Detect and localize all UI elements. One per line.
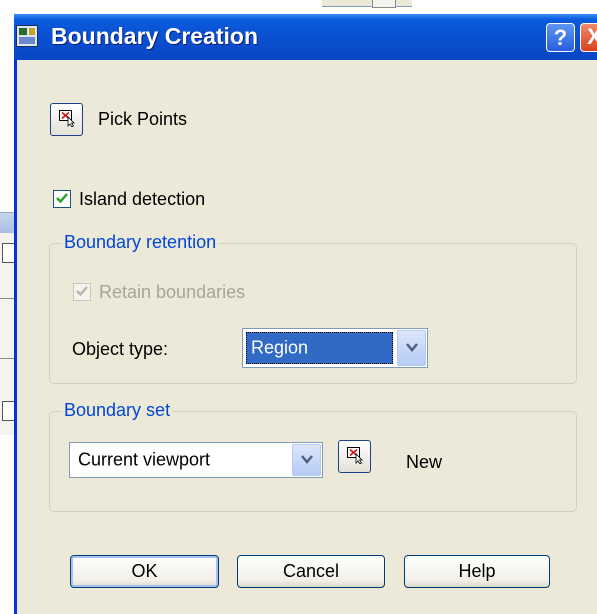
ok-button[interactable]: OK: [70, 555, 219, 588]
pick-points-button[interactable]: [50, 103, 83, 136]
boundary-creation-dialog: Boundary Creation ? X Pick Points Island…: [14, 14, 597, 614]
boundary-set-value: Current viewport: [78, 449, 211, 470]
select-objects-icon: [347, 447, 363, 464]
close-button[interactable]: X: [580, 23, 597, 52]
pick-points-icon: [59, 110, 75, 127]
help-button[interactable]: Help: [404, 555, 550, 588]
dropdown-arrow-button[interactable]: [292, 444, 321, 476]
boundary-set-dropdown[interactable]: Current viewport: [69, 442, 323, 478]
cancel-button[interactable]: Cancel: [237, 555, 385, 588]
dropdown-arrow-button[interactable]: [397, 330, 426, 366]
background-toolbar-button: [372, 0, 396, 8]
check-icon: [76, 286, 88, 297]
retain-boundaries-checkbox[interactable]: [73, 283, 91, 301]
island-detection-label[interactable]: Island detection: [79, 189, 205, 210]
chevron-down-icon: [301, 455, 313, 464]
object-type-label: Object type:: [72, 339, 169, 359]
background-toolbar-strip: [322, 0, 412, 7]
help-title-button[interactable]: ?: [546, 23, 575, 52]
retain-boundaries-label: Retain boundaries: [99, 282, 246, 302]
app-icon: [16, 25, 38, 47]
pick-points-label[interactable]: Pick Points: [98, 109, 187, 130]
object-type-value: Region: [251, 337, 309, 358]
boundary-retention-title: Boundary retention: [61, 232, 220, 253]
chevron-down-icon: [406, 343, 418, 352]
title-bar[interactable]: Boundary Creation ? X: [14, 14, 597, 60]
new-label: New: [406, 452, 443, 472]
island-detection-checkbox[interactable]: [53, 190, 71, 208]
check-icon: [56, 193, 68, 204]
object-type-dropdown[interactable]: Region: [242, 328, 428, 368]
new-boundary-set-button[interactable]: [338, 440, 371, 473]
boundary-set-title: Boundary set: [61, 400, 174, 421]
dialog-title: Boundary Creation: [51, 23, 259, 49]
